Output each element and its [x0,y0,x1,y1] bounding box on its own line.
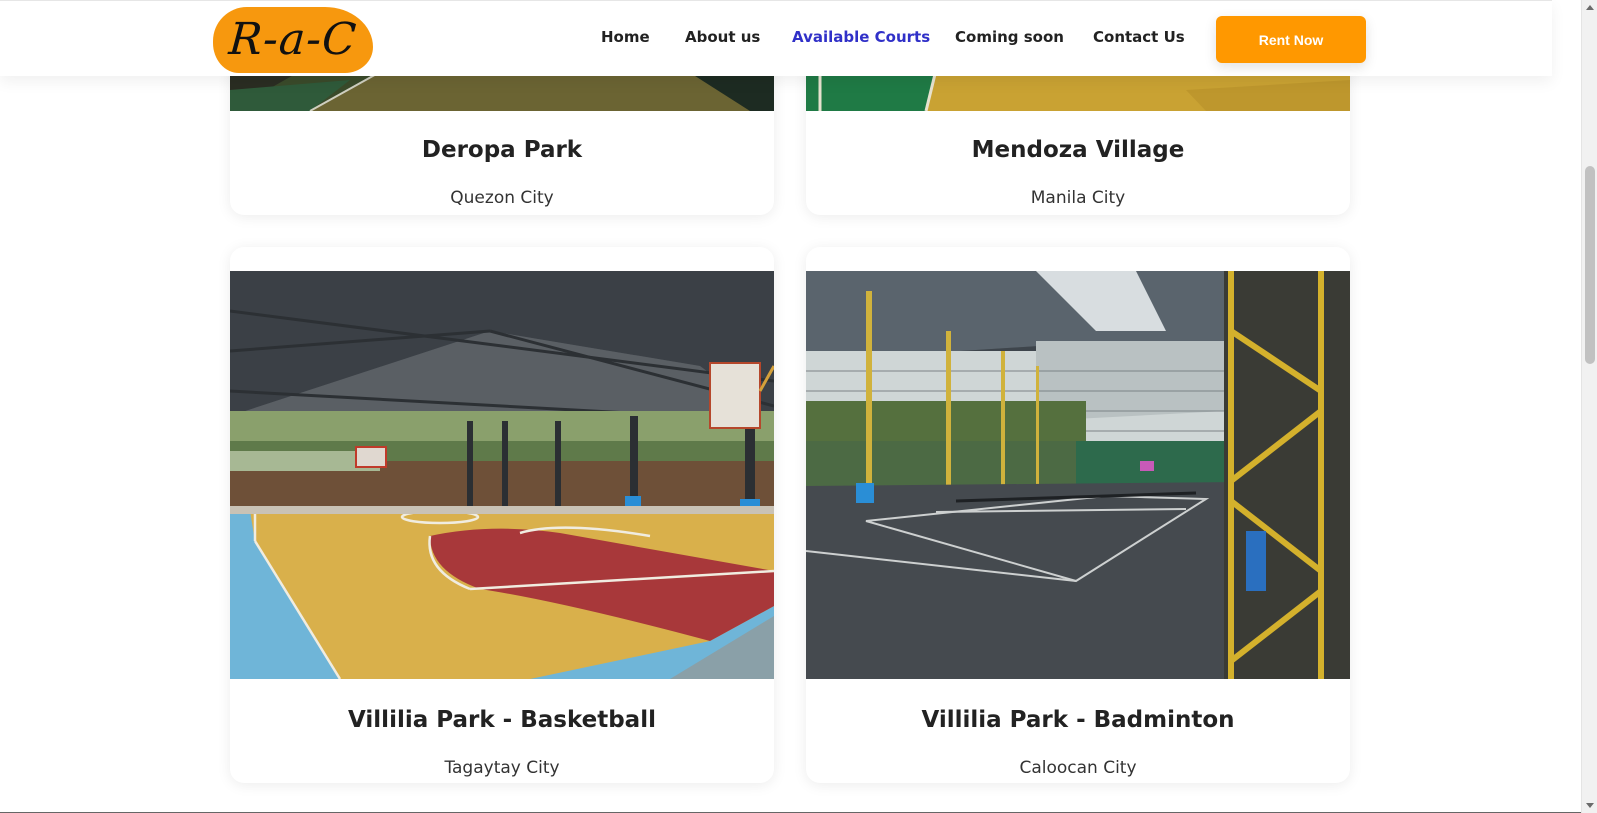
court-photo [806,271,1350,679]
nav-coming-soon[interactable]: Coming soon [955,28,1064,46]
scroll-down-icon[interactable] [1586,803,1594,808]
court-card[interactable]: Villilia Park - Badminton Caloocan City [806,247,1350,783]
court-city: Tagaytay City [444,758,560,778]
court-photo [230,271,774,679]
court-city: Quezon City [450,188,554,208]
court-city: Manila City [1030,188,1126,208]
nav-available-courts[interactable]: Available Courts [792,28,930,46]
nav-about-us[interactable]: About us [685,28,760,46]
scroll-thumb[interactable] [1585,166,1595,364]
court-city: Caloocan City [1019,758,1137,778]
nav-home[interactable]: Home [601,28,650,46]
court-name: Deropa Park [421,137,583,163]
court-name: Villilia Park - Badminton [921,707,1235,733]
nav-contact-us[interactable]: Contact Us [1093,28,1185,46]
rent-now-button[interactable]: Rent Now [1216,16,1366,63]
site-header: R-a-C Home About us Available Courts Com… [0,0,1552,76]
court-card[interactable]: Villilia Park - Basketball Tagaytay City [230,247,774,783]
court-name: Mendoza Village [971,137,1185,163]
page-scrollbar[interactable] [1581,0,1597,813]
scroll-up-icon[interactable] [1586,5,1594,10]
court-name: Villilia Park - Basketball [348,707,656,733]
